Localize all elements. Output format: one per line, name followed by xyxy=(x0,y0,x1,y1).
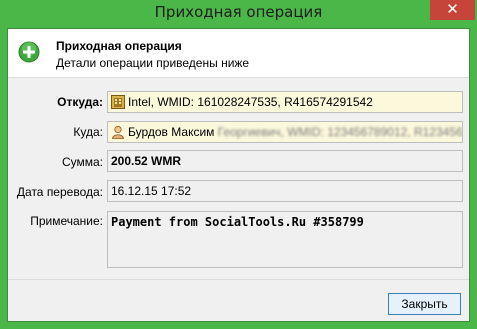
window-close-button[interactable]: ✕ xyxy=(430,0,475,20)
to-field[interactable]: Бурдов Максим Георгиевич, WMID: 12345678… xyxy=(107,121,463,143)
person-icon xyxy=(112,125,124,139)
close-button[interactable]: Закрыть xyxy=(388,293,461,315)
footer-divider xyxy=(8,279,469,280)
amount-label: Сумма: xyxy=(61,155,103,169)
window-title: Приходная операция xyxy=(154,3,323,21)
header-title: Приходная операция xyxy=(56,39,182,53)
date-label: Дата перевода: xyxy=(16,185,103,199)
from-label: Откуда: xyxy=(57,95,103,109)
amount-value: 200.52 WMR xyxy=(111,154,182,168)
note-label: Примечание: xyxy=(30,214,103,228)
to-value-blurred: Георгиевич, WMID: 123456789012, R1234567… xyxy=(217,125,463,139)
header-subtitle: Детали операции приведены ниже xyxy=(56,56,250,70)
title-bar[interactable]: Приходная операция ✕ xyxy=(0,0,477,28)
note-textarea[interactable]: Payment from SocialTools.Ru #358799 xyxy=(107,211,463,268)
to-label: Куда: xyxy=(73,125,103,139)
date-field[interactable]: 16.12.15 17:52 xyxy=(107,180,463,202)
date-value: 16.12.15 17:52 xyxy=(111,184,192,198)
from-value: Intel, WMID: 161028247535, R416574291542 xyxy=(128,95,373,109)
building-icon xyxy=(111,95,125,109)
to-value-name: Бурдов Максим xyxy=(128,125,215,139)
dialog-window: Приходная операция ✕ Приходная операция … xyxy=(0,0,477,329)
dialog-body: Приходная операция Детали операции приве… xyxy=(7,28,470,322)
note-value: Payment from SocialTools.Ru #358799 xyxy=(111,215,364,229)
amount-field[interactable]: 200.52 WMR xyxy=(107,150,463,172)
from-field[interactable]: Intel, WMID: 161028247535, R416574291542 xyxy=(107,91,463,113)
plus-circle-icon xyxy=(18,41,40,63)
header-panel: Приходная операция Детали операции приве… xyxy=(8,29,469,78)
